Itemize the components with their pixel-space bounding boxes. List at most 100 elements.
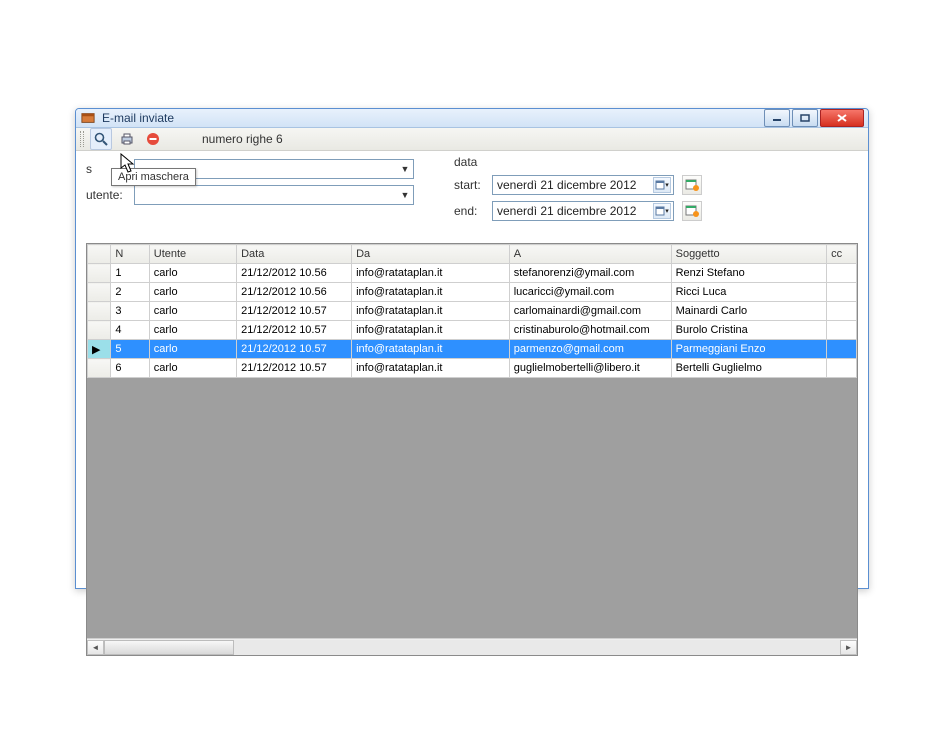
row-header[interactable] (88, 283, 111, 302)
row-header[interactable] (88, 359, 111, 378)
column-header[interactable] (88, 245, 111, 264)
print-button[interactable] (116, 128, 138, 150)
end-value: venerdì 21 dicembre 2012 (497, 204, 636, 218)
cell-data[interactable]: 21/12/2012 10.56 (237, 264, 352, 283)
table-row[interactable]: 3carlo21/12/2012 10.57info@ratataplan.it… (88, 302, 857, 321)
column-header[interactable]: Soggetto (671, 245, 827, 264)
app-window: E-mail inviate numero righe 6 (75, 108, 869, 589)
table-row[interactable]: 1carlo21/12/2012 10.56info@ratataplan.it… (88, 264, 857, 283)
cell-cc[interactable] (827, 340, 857, 359)
cell-cc[interactable] (827, 283, 857, 302)
column-header[interactable]: A (509, 245, 671, 264)
table-row[interactable]: 2carlo21/12/2012 10.56info@ratataplan.it… (88, 283, 857, 302)
start-action-button[interactable] (682, 175, 702, 195)
delete-button[interactable] (142, 128, 164, 150)
horizontal-scrollbar[interactable]: ◄ ► (87, 638, 857, 655)
end-label: end: (454, 204, 484, 218)
cell-utente[interactable]: carlo (149, 283, 236, 302)
cell-sog[interactable]: Burolo Cristina (671, 321, 827, 340)
cell-da[interactable]: info@ratataplan.it (352, 302, 510, 321)
date-group-label: data (454, 155, 702, 169)
cell-cc[interactable] (827, 321, 857, 340)
maximize-button[interactable] (792, 109, 818, 127)
window-title: E-mail inviate (102, 111, 764, 125)
table-row[interactable]: ▶5carlo21/12/2012 10.57info@ratataplan.i… (88, 340, 857, 359)
calendar-icon[interactable]: ▾ (653, 177, 671, 193)
column-header[interactable]: Data (237, 245, 352, 264)
cell-cc[interactable] (827, 302, 857, 321)
row-count-label: numero righe 6 (202, 132, 283, 146)
cell-n[interactable]: 1 (111, 264, 149, 283)
cell-a[interactable]: guglielmobertelli@libero.it (509, 359, 671, 378)
cell-sog[interactable]: Bertelli Guglielmo (671, 359, 827, 378)
cell-a[interactable]: cristinaburolo@hotmail.com (509, 321, 671, 340)
cell-utente[interactable]: carlo (149, 359, 236, 378)
cell-utente[interactable]: carlo (149, 264, 236, 283)
cell-utente[interactable]: carlo (149, 340, 236, 359)
cell-a[interactable]: stefanorenzi@ymail.com (509, 264, 671, 283)
start-label: start: (454, 178, 484, 192)
cell-data[interactable]: 21/12/2012 10.56 (237, 283, 352, 302)
cell-da[interactable]: info@ratataplan.it (352, 359, 510, 378)
column-header[interactable]: N (111, 245, 149, 264)
cell-data[interactable]: 21/12/2012 10.57 (237, 340, 352, 359)
utente-combo[interactable]: ▼ (134, 185, 414, 205)
cell-n[interactable]: 4 (111, 321, 149, 340)
calendar-icon[interactable]: ▾ (653, 203, 671, 219)
cell-utente[interactable]: carlo (149, 321, 236, 340)
cell-sog[interactable]: Mainardi Carlo (671, 302, 827, 321)
cell-n[interactable]: 6 (111, 359, 149, 378)
scroll-left-button[interactable]: ◄ (87, 640, 104, 655)
tooltip: Apri maschera (111, 168, 196, 186)
cell-n[interactable]: 3 (111, 302, 149, 321)
cell-da[interactable]: info@ratataplan.it (352, 283, 510, 302)
scroll-right-button[interactable]: ► (840, 640, 857, 655)
column-header[interactable]: Da (352, 245, 510, 264)
row-header[interactable]: ▶ (88, 340, 111, 359)
end-action-button[interactable] (682, 201, 702, 221)
cell-da[interactable]: info@ratataplan.it (352, 340, 510, 359)
toolbar: numero righe 6 (76, 128, 868, 151)
cell-utente[interactable]: carlo (149, 302, 236, 321)
chevron-down-icon: ▼ (399, 163, 411, 175)
row-header[interactable] (88, 302, 111, 321)
chevron-down-icon: ▼ (399, 189, 411, 201)
cell-sog[interactable]: Ricci Luca (671, 283, 827, 302)
column-header[interactable]: Utente (149, 245, 236, 264)
start-value: venerdì 21 dicembre 2012 (497, 178, 636, 192)
search-button[interactable] (90, 128, 112, 150)
cell-data[interactable]: 21/12/2012 10.57 (237, 302, 352, 321)
utente-label: utente: (86, 188, 130, 202)
grid-table[interactable]: NUtenteDataDaASoggettocc 1carlo21/12/201… (87, 244, 857, 378)
data-grid[interactable]: NUtenteDataDaASoggettocc 1carlo21/12/201… (86, 243, 858, 656)
cell-data[interactable]: 21/12/2012 10.57 (237, 321, 352, 340)
cell-cc[interactable] (827, 359, 857, 378)
cell-a[interactable]: lucaricci@ymail.com (509, 283, 671, 302)
cell-da[interactable]: info@ratataplan.it (352, 264, 510, 283)
titlebar[interactable]: E-mail inviate (76, 109, 868, 128)
close-button[interactable] (820, 109, 864, 127)
cell-n[interactable]: 2 (111, 283, 149, 302)
scroll-thumb[interactable] (104, 640, 234, 655)
table-row[interactable]: 4carlo21/12/2012 10.57info@ratataplan.it… (88, 321, 857, 340)
cell-sog[interactable]: Renzi Stefano (671, 264, 827, 283)
column-header[interactable]: cc (827, 245, 857, 264)
app-icon (80, 110, 96, 126)
end-datepicker[interactable]: venerdì 21 dicembre 2012 ▾ (492, 201, 674, 221)
start-datepicker[interactable]: venerdì 21 dicembre 2012 ▾ (492, 175, 674, 195)
row-header[interactable] (88, 264, 111, 283)
minimize-button[interactable] (764, 109, 790, 127)
table-row[interactable]: 6carlo21/12/2012 10.57info@ratataplan.it… (88, 359, 857, 378)
cell-n[interactable]: 5 (111, 340, 149, 359)
scroll-track[interactable] (104, 640, 840, 655)
row-header[interactable] (88, 321, 111, 340)
cell-cc[interactable] (827, 264, 857, 283)
cell-da[interactable]: info@ratataplan.it (352, 321, 510, 340)
cell-a[interactable]: carlomainardi@gmail.com (509, 302, 671, 321)
filter-panel: s ▼ utente: ▼ data start: venerdì 21 dic… (76, 151, 868, 237)
date-group: data start: venerdì 21 dicembre 2012 ▾ e… (454, 155, 702, 227)
cell-a[interactable]: parmenzo@gmail.com (509, 340, 671, 359)
toolbar-grip (80, 131, 84, 147)
cell-sog[interactable]: Parmeggiani Enzo (671, 340, 827, 359)
cell-data[interactable]: 21/12/2012 10.57 (237, 359, 352, 378)
